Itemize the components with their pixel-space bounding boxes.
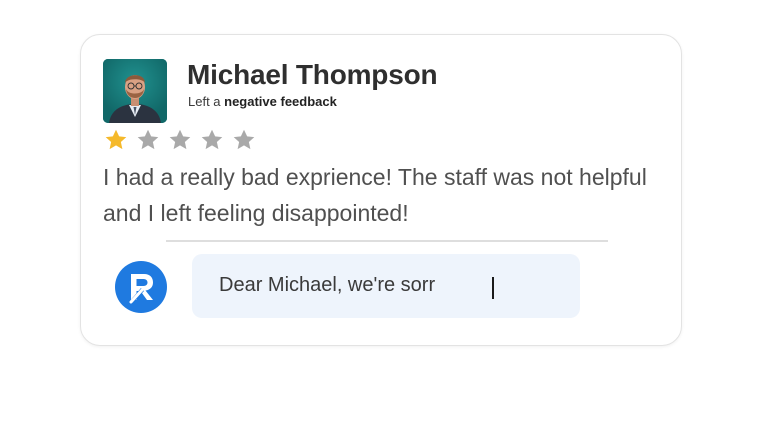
subtitle-prefix: Left a [188, 94, 225, 109]
brand-logo-icon [115, 261, 167, 313]
reply-text: Dear Michael, we're sorr [219, 274, 436, 296]
star-rating [103, 127, 257, 153]
avatar [103, 59, 167, 123]
text-cursor [492, 277, 494, 299]
reviewer-name: Michael Thompson [187, 59, 438, 90]
reviewer-subtitle: Left a negative feedback [188, 94, 337, 109]
star-icon [105, 129, 127, 150]
review-text: I had a really bad exprience! The staff … [103, 164, 647, 226]
divider [166, 240, 608, 242]
star-icon [233, 129, 255, 150]
reply-input[interactable]: Dear Michael, we're sorr [192, 254, 580, 318]
star-icon [169, 129, 191, 150]
avatar-image [103, 59, 167, 123]
star-icon [137, 129, 159, 150]
review-card: Michael Thompson Left a negative feedbac… [80, 34, 682, 346]
subtitle-emphasis: negative feedback [224, 94, 337, 109]
star-icon [201, 129, 223, 150]
